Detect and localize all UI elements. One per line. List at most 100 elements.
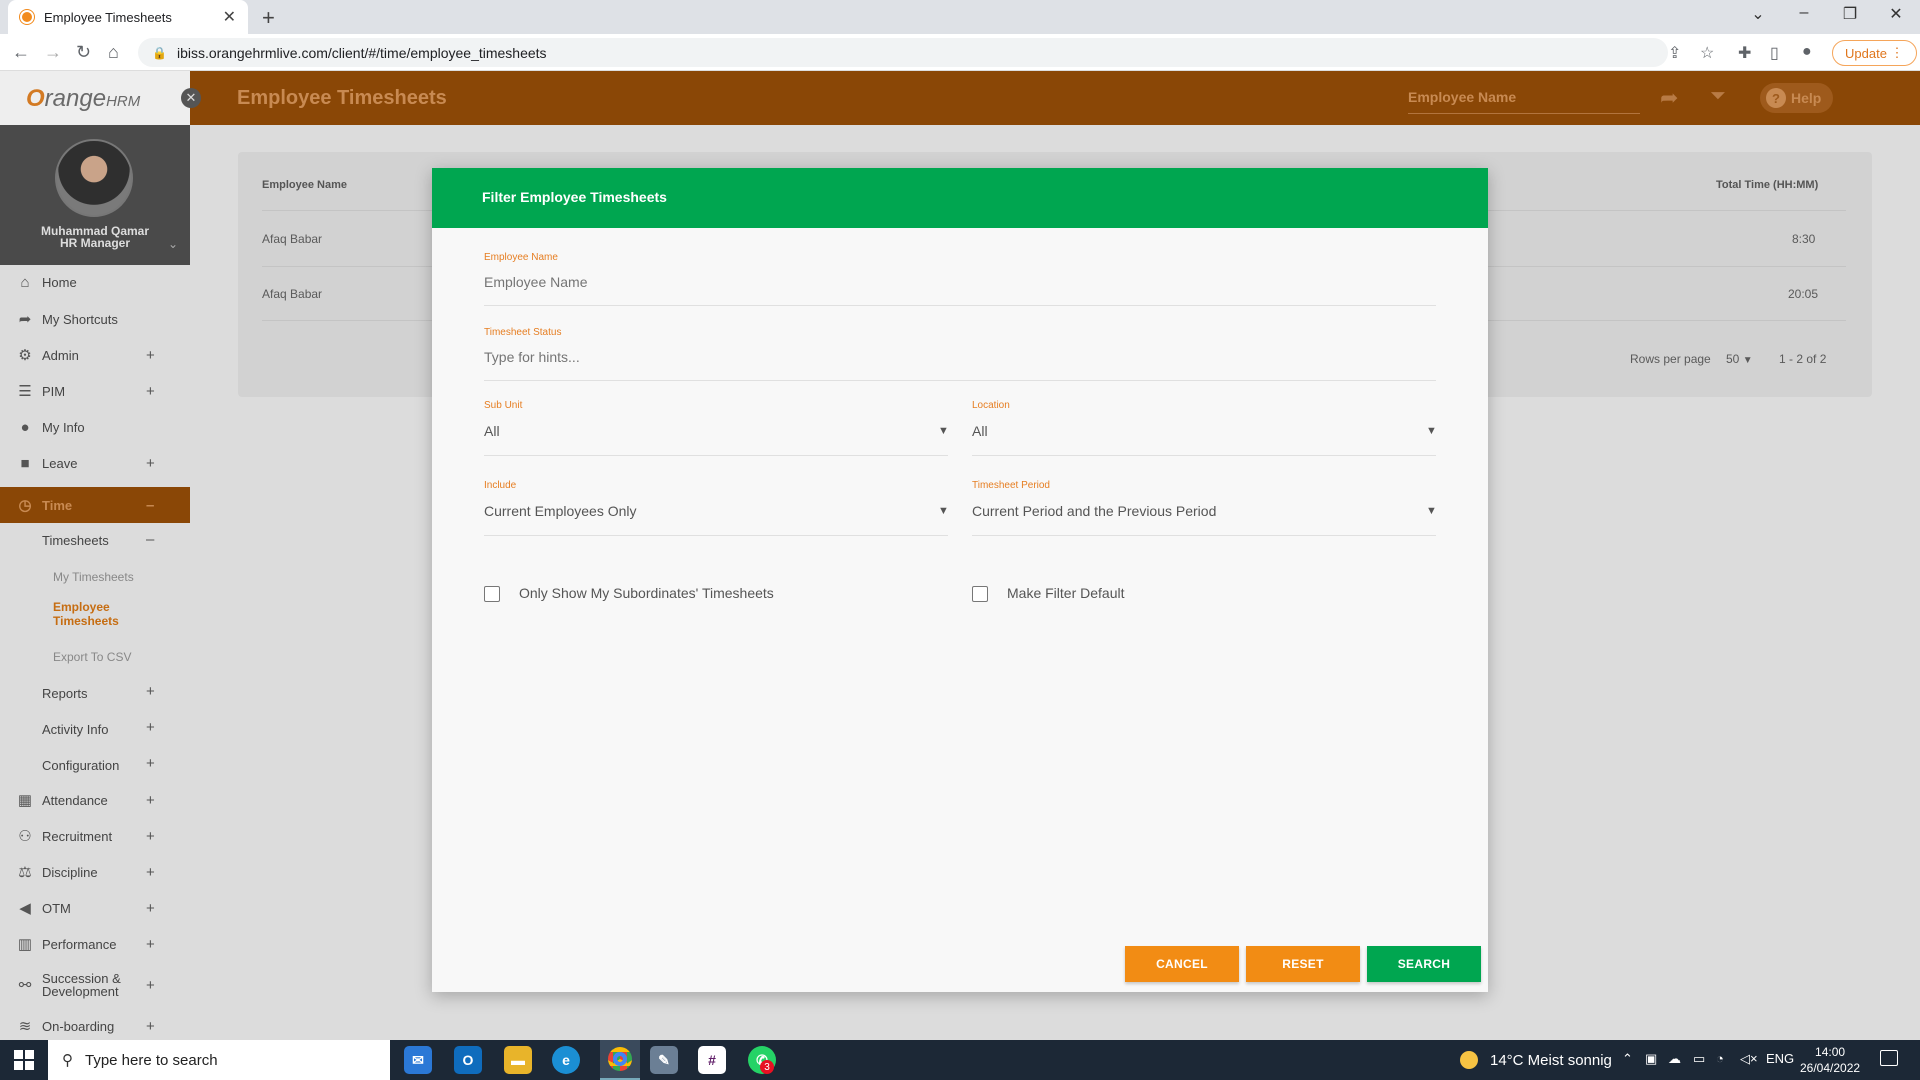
location-select[interactable]: All	[972, 423, 988, 439]
cancel-button[interactable]: CANCEL	[1125, 946, 1239, 982]
update-button[interactable]: Update ⋮	[1832, 40, 1917, 66]
expand-plus-icon[interactable]: +	[146, 455, 155, 472]
expand-plus-icon[interactable]: +	[146, 1018, 155, 1035]
share-icon[interactable]: ➦	[1660, 85, 1678, 111]
expand-plus-icon[interactable]: +	[146, 978, 155, 993]
sidebar-item-leave[interactable]: ■ Leave +	[0, 446, 190, 480]
sidebar-item-reports[interactable]: Reports	[42, 686, 190, 701]
expand-plus-icon[interactable]: +	[146, 719, 155, 736]
restore-icon[interactable]: ❐	[1827, 4, 1873, 24]
reload-icon[interactable]: ↻	[76, 42, 91, 63]
new-tab-button[interactable]: +	[262, 5, 275, 31]
subordinates-checkbox-label[interactable]: Only Show My Subordinates' Timesheets	[519, 585, 774, 601]
volume-muted-icon[interactable]: ◁×	[1740, 1051, 1758, 1067]
expand-plus-icon[interactable]: +	[146, 864, 155, 881]
windows-start-icon[interactable]	[14, 1050, 34, 1070]
outlook-app-icon[interactable]: O	[454, 1046, 482, 1074]
timesheet-status-input[interactable]: Type for hints...	[484, 349, 580, 365]
back-icon[interactable]: ←	[12, 42, 30, 63]
slack-app-icon[interactable]: #	[698, 1046, 726, 1074]
collapse-minus-icon[interactable]: –	[146, 497, 154, 514]
clock[interactable]: 14:00 26/04/2022	[1800, 1044, 1860, 1076]
rows-per-page-select[interactable]: 50 ▼	[1726, 352, 1753, 366]
taskbar-search-input[interactable]: ⚲ Type here to search	[48, 1040, 390, 1080]
chevron-down-icon[interactable]: ⌄	[168, 237, 178, 251]
bookmark-star-icon[interactable]: ☆	[1700, 43, 1714, 63]
extensions-icon[interactable]: ✚	[1738, 43, 1751, 63]
subordinates-checkbox[interactable]	[484, 586, 500, 602]
filter-icon[interactable]: ⏷	[1710, 85, 1726, 108]
search-button[interactable]: SEARCH	[1367, 946, 1481, 982]
user-profile[interactable]: Muhammad Qamar HR Manager ⌄	[0, 125, 190, 265]
home-icon[interactable]: ⌂	[108, 42, 119, 63]
sidebar-item-recruitment[interactable]: ⚇ Recruitment +	[0, 819, 190, 853]
sidebar-close-icon[interactable]: ✕	[181, 88, 201, 108]
paint-app-icon[interactable]: ✎	[650, 1046, 678, 1074]
edge-browser-icon[interactable]: e	[552, 1046, 580, 1074]
forward-icon[interactable]: →	[44, 42, 62, 63]
sidebar-item-discipline[interactable]: ⚖ Discipline +	[0, 855, 190, 889]
expand-plus-icon[interactable]: +	[146, 900, 155, 917]
show-hidden-icons[interactable]: ⌃	[1622, 1051, 1633, 1067]
browser-tab[interactable]: Employee Timesheets ✕	[8, 0, 248, 34]
sidebar-item-timesheets[interactable]: Timesheets	[42, 533, 190, 548]
reset-button[interactable]: RESET	[1246, 946, 1360, 982]
sidebar-item-performance[interactable]: ▥ Performance +	[0, 927, 190, 961]
include-select[interactable]: Current Employees Only	[484, 503, 637, 519]
sidebar-item-time[interactable]: ◷ Time –	[0, 487, 190, 523]
dropdown-caret-icon[interactable]: ▼	[1426, 425, 1437, 437]
timesheet-period-select[interactable]: Current Period and the Previous Period	[972, 503, 1216, 519]
sidebar-item-attendance[interactable]: ▦ Attendance +	[0, 783, 190, 817]
sidebar-item-home[interactable]: ⌂ Home	[0, 265, 190, 299]
tab-search-icon[interactable]: ⌄	[1735, 4, 1781, 24]
wifi-icon[interactable]: ◔	[1716, 1051, 1724, 1066]
battery-icon[interactable]: ▭	[1693, 1051, 1705, 1067]
expand-plus-icon[interactable]: +	[146, 347, 155, 364]
weather-widget[interactable]: 14°C Meist sonnig	[1460, 1051, 1612, 1069]
employee-name-input[interactable]: Employee Name	[484, 274, 588, 290]
expand-plus-icon[interactable]: +	[146, 936, 155, 953]
onedrive-cloud-icon[interactable]: ☁	[1668, 1051, 1681, 1067]
expand-plus-icon[interactable]: +	[146, 755, 155, 772]
table-cell-employee[interactable]: Afaq Babar	[262, 287, 322, 301]
collapse-minus-icon[interactable]: –	[146, 531, 154, 548]
dropdown-caret-icon[interactable]: ▼	[938, 425, 949, 437]
make-default-checkbox-label[interactable]: Make Filter Default	[1007, 585, 1124, 601]
mail-app-icon[interactable]: ✉	[404, 1046, 432, 1074]
sidebar-item-admin[interactable]: ⚙ Admin +	[0, 338, 190, 372]
side-panel-icon[interactable]: ▯	[1770, 43, 1779, 63]
make-default-checkbox[interactable]	[972, 586, 988, 602]
help-button[interactable]: ? Help	[1760, 83, 1834, 113]
sidebar-item-my-info[interactable]: ● My Info	[0, 410, 190, 444]
sidebar-item-activity-info[interactable]: Activity Info	[42, 722, 190, 737]
employee-name-search-input[interactable]: Employee Name	[1408, 89, 1640, 114]
tab-close-icon[interactable]: ✕	[223, 7, 236, 27]
sidebar-item-onboarding[interactable]: ≋ On-boarding +	[0, 1009, 190, 1040]
expand-plus-icon[interactable]: +	[146, 683, 155, 700]
table-cell-employee[interactable]: Afaq Babar	[262, 232, 322, 246]
sidebar-item-export-csv[interactable]: Export To CSV	[53, 650, 131, 664]
expand-plus-icon[interactable]: +	[146, 828, 155, 845]
expand-plus-icon[interactable]: +	[146, 792, 155, 809]
file-explorer-icon[interactable]: ▬	[504, 1046, 532, 1074]
expand-plus-icon[interactable]: +	[146, 383, 155, 400]
column-header-employee-name[interactable]: Employee Name	[262, 179, 347, 191]
minimize-icon[interactable]: –	[1781, 4, 1827, 22]
profile-avatar-icon[interactable]: ●	[1802, 43, 1812, 61]
sub-unit-select[interactable]: All	[484, 423, 500, 439]
language-indicator[interactable]: ENG	[1766, 1051, 1794, 1066]
dropdown-caret-icon[interactable]: ▼	[938, 505, 949, 517]
address-bar[interactable]: 🔒 ibiss.orangehrmlive.com/client/#/time/…	[138, 38, 1668, 67]
dropdown-caret-icon[interactable]: ▼	[1426, 505, 1437, 517]
notification-center-icon[interactable]	[1880, 1050, 1898, 1066]
sidebar-item-my-timesheets[interactable]: My Timesheets	[53, 570, 134, 584]
meet-icon[interactable]: ▣	[1645, 1051, 1657, 1067]
column-header-total-time[interactable]: Total Time (HH:MM)	[1716, 179, 1818, 191]
share-page-icon[interactable]: ⇪	[1668, 43, 1681, 63]
sidebar-item-pim[interactable]: ☰ PIM +	[0, 374, 190, 408]
sidebar-item-succession[interactable]: ⚯ Succession & Development +	[0, 964, 190, 1006]
sidebar-item-employee-timesheets[interactable]: Employee Timesheets	[53, 600, 143, 628]
window-close-icon[interactable]: ✕	[1873, 4, 1919, 24]
chrome-browser-icon[interactable]	[600, 1040, 640, 1080]
sidebar-item-otm[interactable]: ◀ OTM +	[0, 891, 190, 925]
